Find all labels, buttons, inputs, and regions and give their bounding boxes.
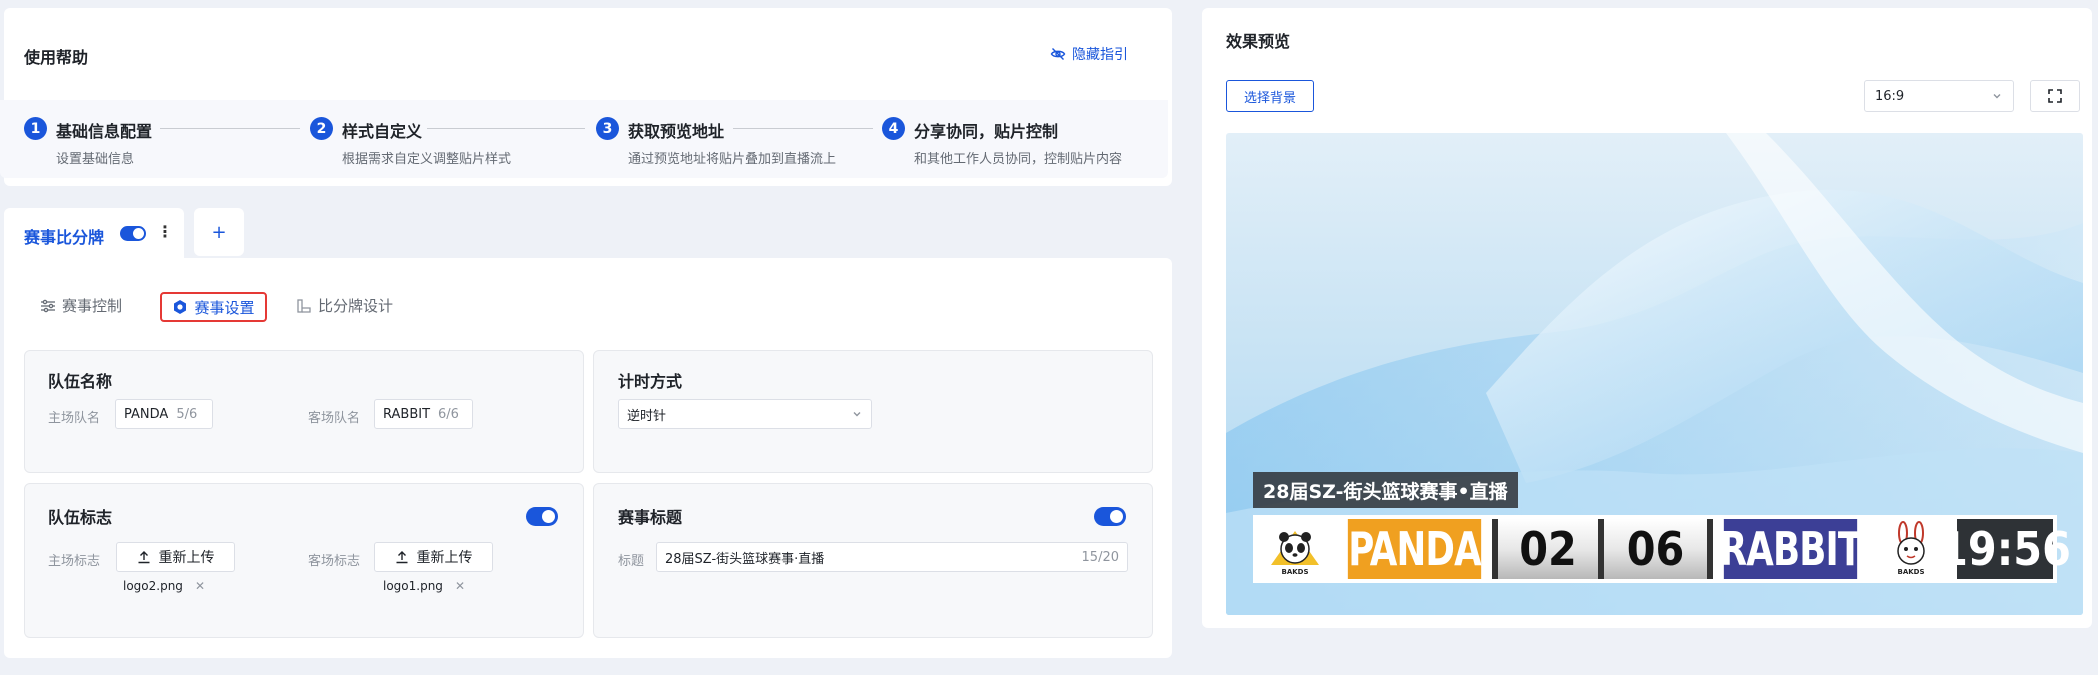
home-team-value: PANDA bbox=[124, 406, 169, 422]
away-score: 06 bbox=[1604, 519, 1707, 579]
match-title-value: 28届SZ-街头篮球赛事·直播 bbox=[665, 551, 825, 567]
step-title: 分享协同，贴片控制 bbox=[914, 122, 1059, 141]
home-team-logo: BAKDS bbox=[1257, 519, 1333, 579]
away-team-input[interactable]: RABBIT 6/6 bbox=[374, 399, 473, 429]
aspect-ratio-select[interactable]: 16:9 bbox=[1864, 80, 2014, 112]
help-title: 使用帮助 bbox=[24, 48, 89, 67]
chevron-down-icon bbox=[853, 412, 861, 417]
home-team-name: PANDA bbox=[1347, 519, 1482, 579]
subtab-label: 赛事控制 bbox=[62, 297, 123, 315]
fullscreen-button[interactable] bbox=[2030, 80, 2080, 112]
match-title-input[interactable]: 28届SZ-街头篮球赛事·直播 15/20 bbox=[656, 542, 1128, 572]
preview-title: 效果预览 bbox=[1226, 32, 1291, 51]
away-team-label: 客场队名 bbox=[308, 411, 361, 426]
home-logo-filename: logo2.png bbox=[123, 579, 183, 593]
upload-label: 重新上传 bbox=[416, 550, 473, 566]
away-team-value: RABBIT bbox=[383, 406, 431, 422]
step-number: 4 bbox=[882, 117, 905, 140]
step-number: 3 bbox=[596, 117, 619, 140]
home-logo-upload-button[interactable]: 重新上传 bbox=[116, 542, 235, 572]
tab-scoreboard-label: 赛事比分牌 bbox=[24, 228, 105, 247]
sliders-icon bbox=[41, 299, 55, 312]
match-title-heading: 赛事标题 bbox=[618, 508, 683, 527]
subtab-match-settings[interactable]: 赛事设置 bbox=[160, 292, 267, 322]
step-connector bbox=[427, 128, 585, 129]
step-desc: 和其他工作人员协同，控制贴片内容 bbox=[914, 152, 1123, 167]
home-team-label: 主场队名 bbox=[48, 411, 101, 426]
match-title-count: 15/20 bbox=[1081, 549, 1119, 565]
rabbit-logo-icon: BAKDS bbox=[1897, 521, 1925, 576]
eye-off-icon bbox=[1050, 48, 1066, 60]
more-vertical-icon[interactable]: ⋮ bbox=[157, 222, 173, 241]
away-logo-file: logo1.png ✕ bbox=[383, 579, 465, 593]
hide-guide-button[interactable]: 隐藏指引 bbox=[1050, 44, 1128, 64]
scoreboard-title: 28届SZ-街头篮球赛事•直播 bbox=[1253, 472, 1518, 508]
chevron-down-icon bbox=[1993, 94, 2001, 99]
away-logo-label: 客场标志 bbox=[308, 554, 361, 569]
home-score: 02 bbox=[1498, 519, 1598, 579]
panda-logo-icon: BAKDS bbox=[1271, 531, 1319, 576]
divider bbox=[1707, 519, 1713, 579]
step-desc: 设置基础信息 bbox=[56, 152, 135, 167]
upload-icon bbox=[396, 551, 407, 564]
hexagon-settings-icon bbox=[174, 300, 187, 314]
tab-enable-toggle[interactable] bbox=[120, 226, 146, 241]
upload-icon bbox=[138, 551, 149, 564]
team-logos-title: 队伍标志 bbox=[48, 508, 113, 527]
step-connector bbox=[160, 128, 300, 129]
steps-bar: 1 基础信息配置 设置基础信息 2 样式自定义 根据需求自定义调整贴片样式 3 … bbox=[0, 100, 1168, 178]
remove-icon[interactable]: ✕ bbox=[195, 579, 205, 593]
hide-guide-label: 隐藏指引 bbox=[1072, 47, 1128, 63]
fullscreen-icon bbox=[2048, 89, 2062, 103]
game-clock: 19:56 bbox=[1939, 519, 2071, 579]
svg-text:BAKDS: BAKDS bbox=[1897, 568, 1924, 576]
scoreboard-row: BAKDS PANDA 02 06 RABBIT BAKDS 19:56 bbox=[1253, 515, 2071, 583]
away-team-logo: BAKDS bbox=[1873, 519, 1949, 579]
step-title: 样式自定义 bbox=[342, 122, 423, 141]
away-logo-upload-button[interactable]: 重新上传 bbox=[374, 542, 493, 572]
aspect-ratio-value: 16:9 bbox=[1875, 88, 1905, 104]
match-title-label: 标题 bbox=[618, 554, 645, 569]
design-icon bbox=[297, 298, 311, 313]
home-logo-label: 主场标志 bbox=[48, 554, 101, 569]
step-title: 获取预览地址 bbox=[628, 122, 725, 141]
step-number: 1 bbox=[24, 117, 47, 140]
timing-value: 逆时针 bbox=[627, 408, 667, 424]
match-title-toggle[interactable] bbox=[1094, 507, 1126, 526]
team-names-title: 队伍名称 bbox=[48, 372, 113, 391]
timing-select[interactable]: 逆时针 bbox=[618, 399, 872, 429]
home-team-count: 5/6 bbox=[176, 406, 198, 422]
subtab-scoreboard-design[interactable]: 比分牌设计 bbox=[296, 295, 393, 316]
step-desc: 通过预览地址将贴片叠加到直播流上 bbox=[628, 152, 837, 167]
step-title: 基础信息配置 bbox=[56, 122, 153, 141]
subtab-label: 赛事设置 bbox=[194, 298, 255, 317]
remove-icon[interactable]: ✕ bbox=[455, 579, 465, 593]
step-desc: 根据需求自定义调整贴片样式 bbox=[342, 152, 512, 167]
add-tab-button[interactable]: + bbox=[194, 208, 244, 256]
subtab-label: 比分牌设计 bbox=[318, 297, 394, 315]
upload-label: 重新上传 bbox=[158, 550, 215, 566]
home-logo-file: logo2.png ✕ bbox=[123, 579, 205, 593]
svg-text:BAKDS: BAKDS bbox=[1281, 568, 1308, 576]
timing-title: 计时方式 bbox=[618, 372, 683, 391]
team-logos-toggle[interactable] bbox=[526, 507, 558, 526]
subtab-match-control[interactable]: 赛事控制 bbox=[40, 295, 122, 316]
away-team-count: 6/6 bbox=[438, 406, 459, 422]
step-number: 2 bbox=[310, 117, 333, 140]
away-logo-filename: logo1.png bbox=[383, 579, 443, 593]
select-background-button[interactable]: 选择背景 bbox=[1226, 80, 1314, 112]
away-team-name: RABBIT bbox=[1720, 519, 1862, 579]
home-team-input[interactable]: PANDA 5/6 bbox=[115, 399, 213, 429]
step-connector bbox=[733, 128, 873, 129]
